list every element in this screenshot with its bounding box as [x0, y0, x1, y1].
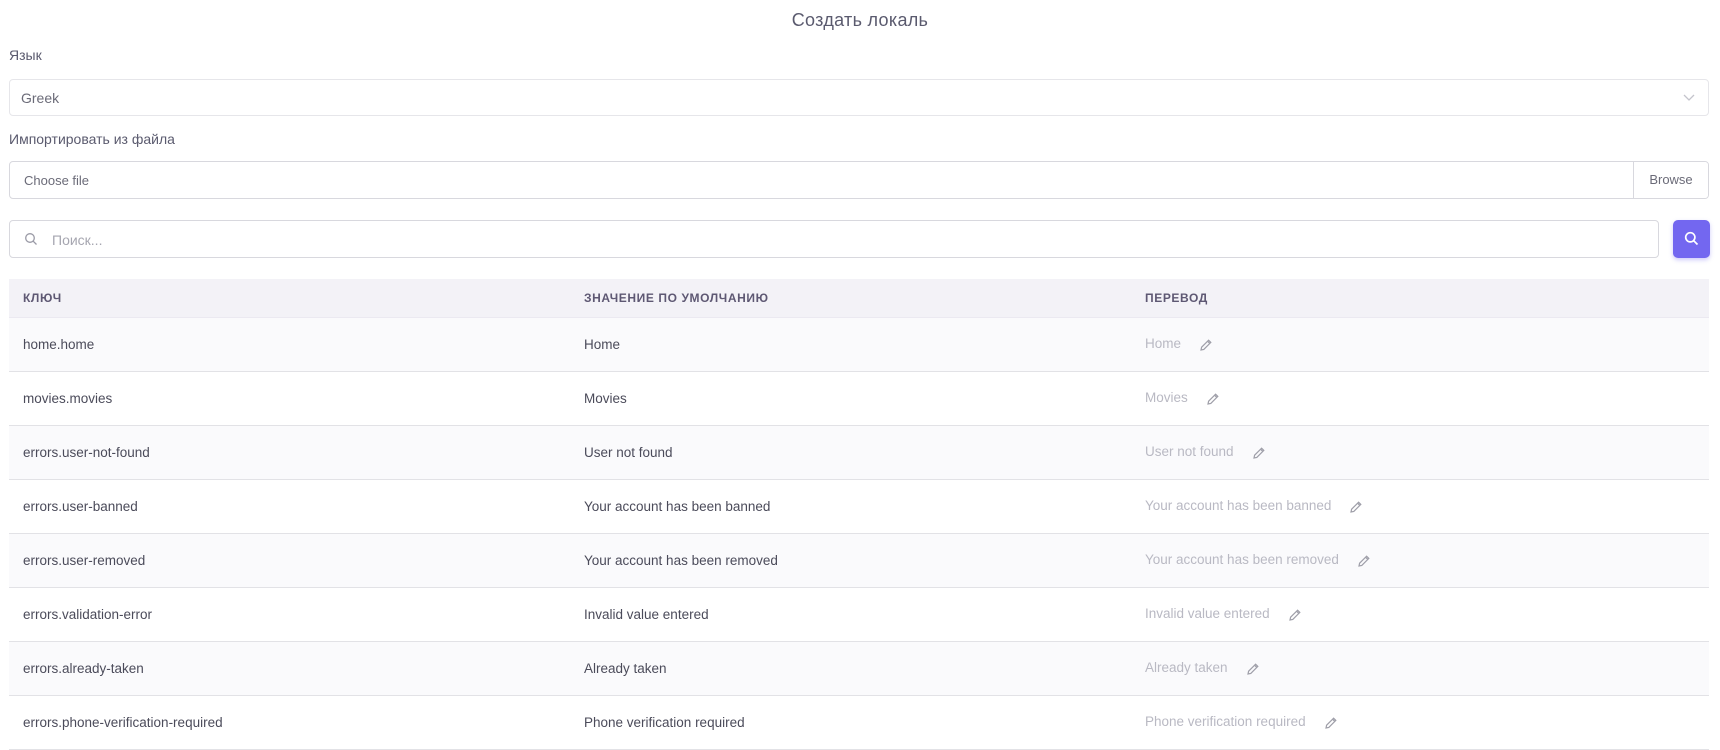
translation-text: User not found	[1145, 444, 1234, 460]
column-header-translation: Перевод	[1131, 279, 1709, 318]
translation-cell[interactable]: User not found	[1131, 425, 1709, 480]
search-button[interactable]	[1673, 220, 1710, 258]
table-row: home.home Home Home	[9, 317, 1709, 372]
column-header-default-value: Значение по умолчанию	[570, 279, 1131, 318]
pencil-icon[interactable]	[1199, 338, 1213, 352]
default-value-cell: Home	[570, 317, 1131, 372]
import-label: Импортировать из файла	[9, 131, 175, 147]
translation-text: Your account has been banned	[1145, 498, 1332, 514]
table-row: errors.validation-error Invalid value en…	[9, 587, 1709, 642]
search-input[interactable]	[50, 229, 1644, 251]
key-cell: errors.phone-verification-required	[9, 695, 570, 750]
translation-cell[interactable]: Already taken	[1131, 641, 1709, 696]
default-value-cell: User not found	[570, 425, 1131, 480]
file-input-placeholder: Choose file	[24, 173, 90, 188]
key-cell: errors.validation-error	[9, 587, 570, 642]
column-header-key: Ключ	[9, 279, 570, 318]
default-value-cell: Your account has been banned	[570, 479, 1131, 534]
table-row: movies.movies Movies Movies	[9, 371, 1709, 426]
pencil-icon[interactable]	[1288, 608, 1302, 622]
table-row: errors.phone-verification-required Phone…	[9, 695, 1709, 750]
pencil-icon[interactable]	[1357, 554, 1371, 568]
pencil-icon[interactable]	[1349, 500, 1363, 514]
key-cell: errors.user-not-found	[9, 425, 570, 480]
search-icon	[1684, 231, 1699, 246]
table-row: errors.user-removed Your account has bee…	[9, 533, 1709, 588]
table-header-row: Ключ Значение по умолчанию Перевод	[9, 279, 1709, 318]
translations-table: Ключ Значение по умолчанию Перевод home.…	[9, 279, 1709, 750]
key-cell: errors.user-banned	[9, 479, 570, 534]
file-input[interactable]: Choose file Browse	[9, 161, 1709, 199]
translation-cell[interactable]: Invalid value entered	[1131, 587, 1709, 642]
key-cell: errors.already-taken	[9, 641, 570, 696]
default-value-cell: Invalid value entered	[570, 587, 1131, 642]
table-row: errors.already-taken Already taken Alrea…	[9, 641, 1709, 696]
translation-text: Phone verification required	[1145, 714, 1306, 730]
key-cell: errors.user-removed	[9, 533, 570, 588]
default-value-cell: Already taken	[570, 641, 1131, 696]
translation-text: Your account has been removed	[1145, 552, 1339, 568]
pencil-icon[interactable]	[1246, 662, 1260, 676]
translation-text: Already taken	[1145, 660, 1228, 676]
default-value-cell: Phone verification required	[570, 695, 1131, 750]
pencil-icon[interactable]	[1206, 392, 1220, 406]
create-locale-page: Создать локаль Язык Greek Импортировать …	[0, 0, 1720, 750]
translation-cell[interactable]: Your account has been removed	[1131, 533, 1709, 588]
translation-text: Movies	[1145, 390, 1188, 406]
chevron-down-icon	[1683, 94, 1695, 101]
page-title: Создать локаль	[791, 10, 929, 30]
translation-text: Home	[1145, 336, 1182, 352]
key-cell: home.home	[9, 317, 570, 372]
default-value-cell: Movies	[570, 371, 1131, 426]
language-select-value: Greek	[21, 90, 60, 106]
translation-cell[interactable]: Your account has been banned	[1131, 479, 1709, 534]
translation-cell[interactable]: Home	[1131, 317, 1709, 372]
table-row: errors.user-not-found User not found Use…	[9, 425, 1709, 480]
pencil-icon[interactable]	[1252, 446, 1266, 460]
language-label: Язык	[9, 47, 42, 63]
translation-cell[interactable]: Phone verification required	[1131, 695, 1709, 750]
search-field[interactable]	[9, 220, 1659, 258]
default-value-cell: Your account has been removed	[570, 533, 1131, 588]
key-cell: movies.movies	[9, 371, 570, 426]
browse-button[interactable]: Browse	[1633, 162, 1708, 198]
translation-text: Invalid value entered	[1145, 606, 1270, 622]
language-select[interactable]: Greek	[9, 79, 1709, 116]
translation-cell[interactable]: Movies	[1131, 371, 1709, 426]
table-row: errors.user-banned Your account has been…	[9, 479, 1709, 534]
search-icon	[25, 233, 37, 245]
